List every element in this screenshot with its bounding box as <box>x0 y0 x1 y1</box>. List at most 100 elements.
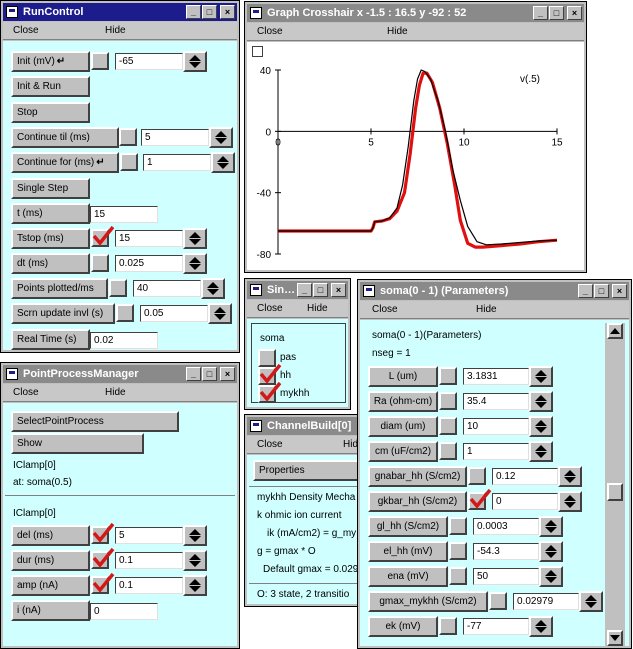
properties-button[interactable]: Properties <box>253 460 365 481</box>
param-checkbox-ra[interactable] <box>439 392 457 410</box>
soma-titlebar[interactable]: soma(0 - 1) (Parameters) _ □ × <box>360 282 629 300</box>
window-menu-icon[interactable] <box>363 285 375 297</box>
hide-menu[interactable]: Hide <box>387 23 408 41</box>
graph-titlebar[interactable]: Graph Crosshair x -1.5 : 16.5 y -92 : 52… <box>247 4 584 22</box>
param-button-gnabar-hh[interactable]: gnabar_hh (S/cm2) <box>368 466 467 487</box>
param-spinner-icon[interactable] <box>539 516 563 537</box>
window-menu-icon[interactable] <box>250 420 262 432</box>
param-checkbox-gmax-mykhh[interactable] <box>489 592 507 610</box>
continue-til-spinner-icon[interactable] <box>209 127 233 148</box>
window-menu-icon[interactable] <box>6 6 18 18</box>
maximize-icon[interactable]: □ <box>549 6 564 20</box>
param-checkbox-l[interactable] <box>439 367 457 385</box>
param-button-diam[interactable]: diam (um) <box>368 416 438 437</box>
param-checkbox-ek[interactable] <box>439 617 457 635</box>
param-spinner-icon[interactable] <box>529 616 553 637</box>
param-checkbox-gl-hh[interactable] <box>449 517 467 535</box>
param-checkbox-cm[interactable] <box>439 442 457 460</box>
dt-button[interactable]: dt (ms) <box>11 253 90 274</box>
init-checkbox[interactable] <box>91 52 109 70</box>
param-checkbox-ena[interactable] <box>449 567 467 585</box>
param-button-ra[interactable]: Ra (ohm-cm) <box>368 391 438 412</box>
hh-checkbox[interactable] <box>258 363 282 385</box>
del-button[interactable]: del (ms) <box>11 525 90 546</box>
init-spinner-icon[interactable] <box>183 51 207 72</box>
minimize-icon[interactable]: _ <box>186 367 201 381</box>
hide-menu[interactable]: Hide <box>307 300 328 318</box>
scrollbar-thumb[interactable] <box>607 483 623 501</box>
dt-field[interactable]: 0.025 <box>115 255 183 272</box>
points-plotted-spinner-icon[interactable] <box>201 278 225 299</box>
del-checkbox[interactable] <box>91 522 115 544</box>
param-field-gkbar-hh[interactable]: 0 <box>492 493 558 510</box>
hide-menu[interactable]: Hide <box>476 301 497 319</box>
ppm-titlebar[interactable]: PointProcessManager _ □ × <box>3 365 237 383</box>
minimize-icon[interactable]: _ <box>533 6 548 20</box>
i-button[interactable]: i (nA) <box>11 600 90 621</box>
close-icon[interactable]: × <box>220 367 235 381</box>
scrn-update-spinner-icon[interactable] <box>208 303 232 324</box>
close-menu[interactable]: Close <box>13 22 39 40</box>
close-menu[interactable]: Close <box>257 23 283 41</box>
param-field-gmax-mykhh[interactable]: 0.02979 <box>513 593 579 610</box>
scrn-update-checkbox[interactable] <box>116 304 134 322</box>
dt-spinner-icon[interactable] <box>183 253 207 274</box>
param-field-el-hh[interactable]: -54.3 <box>473 543 539 560</box>
del-spinner-icon[interactable] <box>183 525 207 546</box>
amp-checkbox[interactable] <box>91 572 115 594</box>
minimize-icon[interactable]: _ <box>297 283 312 297</box>
continue-for-field[interactable]: 1 <box>143 154 211 171</box>
window-menu-icon[interactable] <box>250 7 262 19</box>
continue-for-checkbox[interactable] <box>120 153 138 171</box>
continue-for-button[interactable]: Continue for (ms) ↵ <box>11 152 119 173</box>
param-checkbox-el-hh[interactable] <box>449 542 467 560</box>
maximize-icon[interactable]: □ <box>313 283 328 297</box>
close-icon[interactable]: × <box>567 6 582 20</box>
dur-field[interactable]: 0.1 <box>115 552 183 569</box>
maximize-icon[interactable]: □ <box>594 284 609 298</box>
tstop-spinner-icon[interactable] <box>183 228 207 249</box>
runcontrol-titlebar[interactable]: RunControl _ □ × <box>3 3 237 21</box>
close-icon[interactable]: × <box>612 284 627 298</box>
continue-til-checkbox[interactable] <box>119 128 137 146</box>
param-button-gl-hh[interactable]: gl_hh (S/cm2) <box>368 516 448 537</box>
param-spinner-icon[interactable] <box>539 541 563 562</box>
dur-button[interactable]: dur (ms) <box>11 550 90 571</box>
param-field-gl-hh[interactable]: 0.0003 <box>473 518 539 535</box>
param-field-diam[interactable]: 10 <box>463 418 529 435</box>
param-checkbox-gkbar-hh[interactable] <box>468 488 492 510</box>
t-field[interactable]: 15 <box>90 206 158 223</box>
param-checkbox-gnabar-hh[interactable] <box>468 467 486 485</box>
param-field-cm[interactable]: 1 <box>463 443 529 460</box>
points-plotted-field[interactable]: 40 <box>133 280 201 297</box>
param-field-gnabar-hh[interactable]: 0.12 <box>492 468 558 485</box>
param-button-l[interactable]: L (um) <box>368 366 438 387</box>
close-menu[interactable]: Close <box>372 301 398 319</box>
amp-button[interactable]: amp (nA) <box>11 575 90 596</box>
continue-til-button[interactable]: Continue til (ms) <box>11 127 119 148</box>
close-icon[interactable]: × <box>220 5 235 19</box>
param-spinner-icon[interactable] <box>558 491 582 512</box>
channelbuild-titlebar[interactable]: ChannelBuild[0] <box>247 417 363 435</box>
dur-spinner-icon[interactable] <box>183 550 207 571</box>
init-run-button[interactable]: Init & Run <box>11 76 90 97</box>
scroll-down-icon[interactable] <box>607 630 623 646</box>
real-time-field[interactable]: 0.02 <box>90 332 158 349</box>
param-checkbox-diam[interactable] <box>439 417 457 435</box>
scroll-up-icon[interactable] <box>607 323 623 339</box>
amp-spinner-icon[interactable] <box>183 575 207 596</box>
tstop-button[interactable]: Tstop (ms) <box>11 228 90 249</box>
points-plotted-checkbox[interactable] <box>109 279 127 297</box>
tstop-checkbox[interactable] <box>91 225 115 247</box>
mykhh-checkbox[interactable] <box>258 381 282 403</box>
window-menu-icon[interactable] <box>6 368 18 380</box>
window-menu-icon[interactable] <box>250 284 262 296</box>
param-spinner-icon[interactable] <box>558 466 582 487</box>
param-field-l[interactable]: 3.1831 <box>463 368 529 385</box>
param-field-ek[interactable]: -77 <box>463 618 529 635</box>
minimize-icon[interactable]: _ <box>186 5 201 19</box>
hide-menu[interactable]: Hid <box>343 436 358 454</box>
select-point-process-button[interactable]: SelectPointProcess <box>11 411 179 432</box>
minimize-icon[interactable]: _ <box>578 284 593 298</box>
param-spinner-icon[interactable] <box>529 441 553 462</box>
